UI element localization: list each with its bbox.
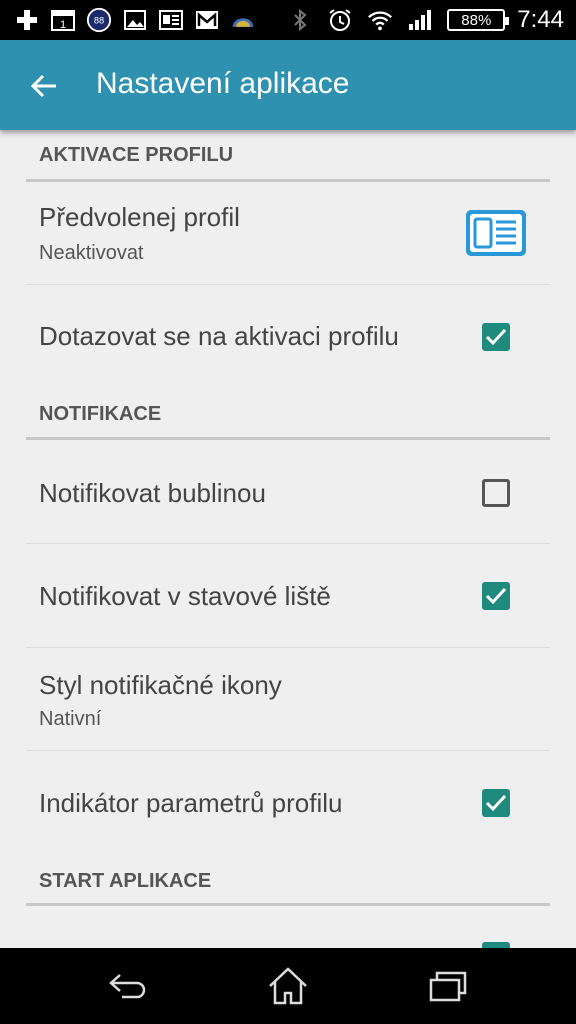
calendar-day: 1: [60, 19, 66, 31]
calendar-icon: 1: [50, 8, 76, 32]
wifi-icon: [367, 8, 393, 32]
pref-statusbar-notify[interactable]: Notifikovat v stavové liště: [26, 544, 550, 648]
pref-default-profile-title: Předvolenej profil: [39, 202, 240, 232]
image-icon: [122, 8, 148, 32]
pref-profile-indicator[interactable]: Indikátor parametrů profilu: [26, 751, 550, 855]
pref-ask-activation-title: Dotazovat se na aktivaci profilu: [39, 321, 399, 351]
page-title: Nastavení aplikace: [96, 67, 350, 100]
mail-icon: [194, 8, 220, 32]
ask-activation-checkbox[interactable]: [482, 323, 510, 351]
news-icon: [158, 8, 184, 32]
checkmark-icon: [485, 587, 507, 605]
nav-recents-button[interactable]: [418, 962, 478, 1010]
navigation-bar: [0, 948, 576, 1024]
signal-icon: [407, 8, 433, 32]
weather-icon: [230, 8, 256, 32]
pref-icon-style-summary: Nativní: [39, 708, 102, 730]
statusbar-notify-checkbox[interactable]: [482, 582, 510, 610]
section-header-profile-activation: AKTIVACE PROFILU: [26, 144, 550, 182]
battery-level: 88%: [461, 11, 492, 29]
checkmark-icon: [485, 328, 507, 346]
pref-bubble-notify-title: Notifikovat bublinou: [39, 478, 266, 508]
arrow-back-icon: [30, 74, 56, 98]
section-header-app-start: START APLIKACE: [26, 870, 550, 906]
pref-profile-indicator-title: Indikátor parametrů profilu: [39, 788, 343, 818]
back-icon: [109, 974, 146, 999]
pref-default-profile[interactable]: Předvolenej profil Neaktivovat: [26, 182, 550, 285]
pref-bubble-notify[interactable]: Notifikovat bublinou: [26, 440, 550, 544]
settings-list[interactable]: AKTIVACE PROFILU Předvolenej profil Neak…: [0, 130, 576, 948]
badge-icon: 88: [86, 7, 112, 33]
home-icon: [269, 967, 307, 1005]
alarm-icon: [327, 8, 353, 32]
clock: 7:44: [517, 6, 564, 33]
bluetooth-icon: [287, 8, 313, 32]
battery-icon: 88%: [447, 9, 510, 31]
profile-indicator-checkbox[interactable]: [482, 789, 510, 817]
status-bar: 1 88 88% 7:44: [0, 0, 576, 40]
pref-default-profile-summary: Neaktivovat: [39, 242, 144, 264]
pref-ask-activation[interactable]: Dotazovat se na aktivaci profilu: [26, 285, 550, 388]
profile-icon: [466, 210, 526, 256]
section-header-notifications: NOTIFIKACE: [26, 403, 550, 440]
back-button[interactable]: [20, 62, 68, 110]
pref-icon-style[interactable]: Styl notifikačné ikony Nativní: [26, 648, 550, 751]
nav-home-button[interactable]: [258, 962, 318, 1010]
bubble-notify-checkbox[interactable]: [482, 479, 510, 507]
nav-back-button[interactable]: [98, 962, 158, 1010]
pref-icon-style-title: Styl notifikačné ikony: [39, 670, 282, 700]
app-toolbar: Nastavení aplikace: [0, 40, 576, 130]
recents-icon: [429, 971, 467, 1002]
checkmark-icon: [485, 794, 507, 812]
pref-statusbar-notify-title: Notifikovat v stavové liště: [39, 581, 331, 611]
badge-number: 88: [94, 16, 104, 26]
plus-icon: [14, 8, 40, 32]
